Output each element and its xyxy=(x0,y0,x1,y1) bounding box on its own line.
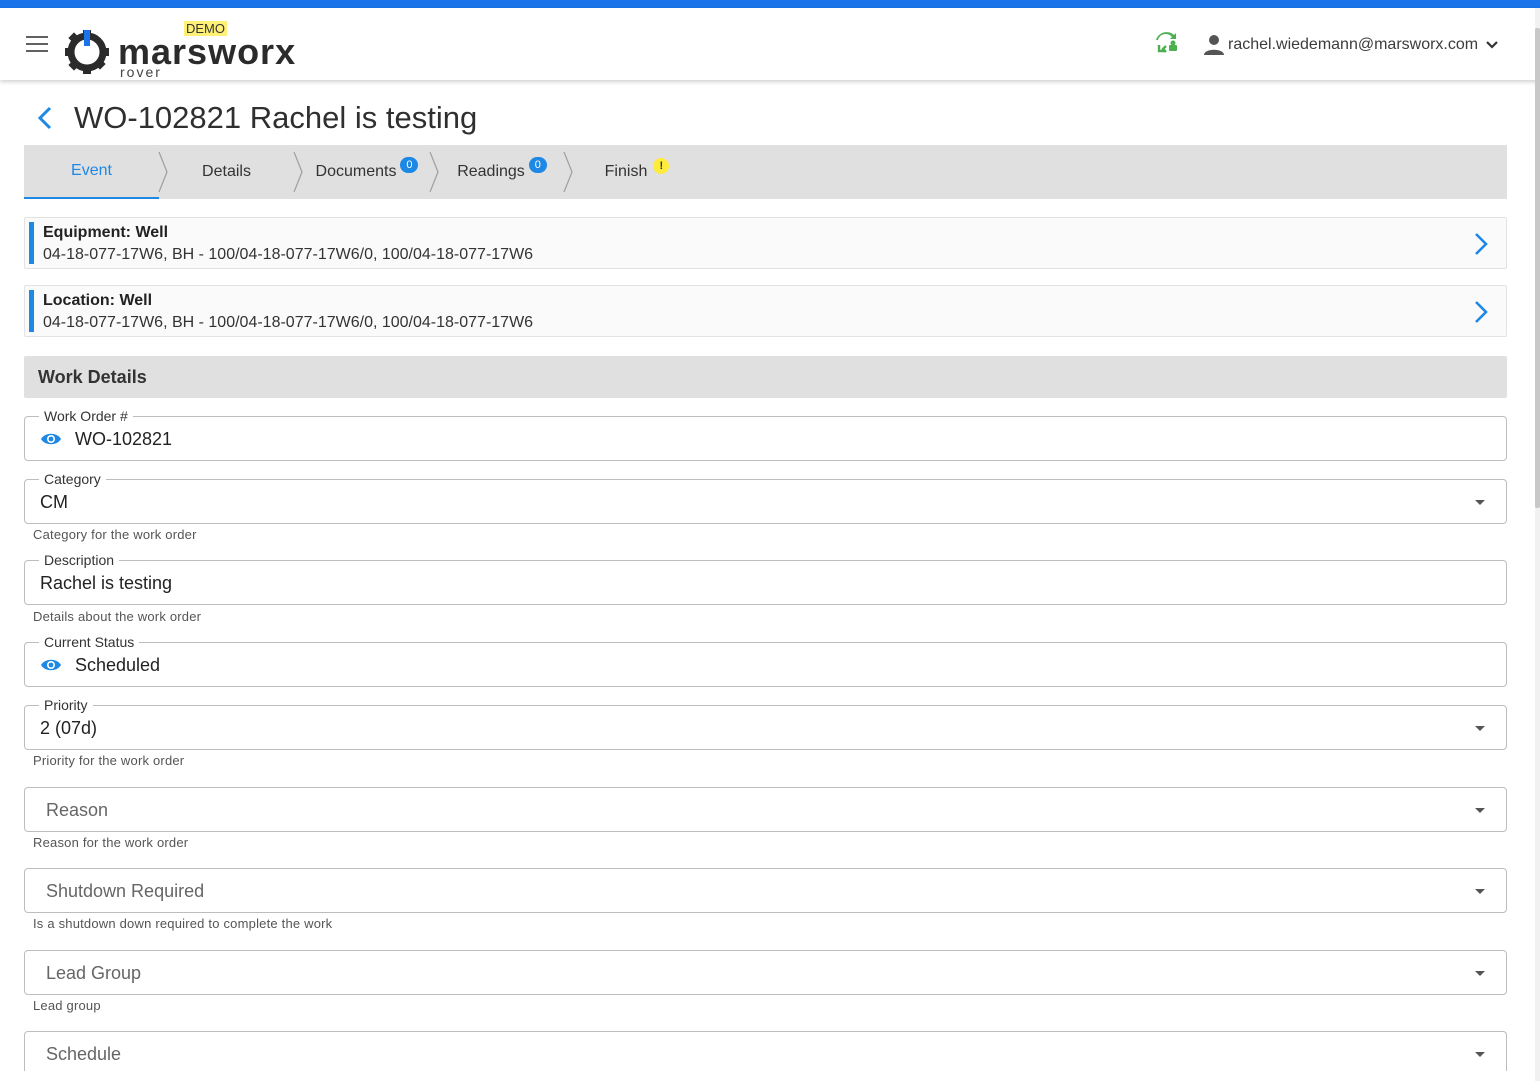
page-title: WO-102821 Rachel is testing xyxy=(74,100,478,135)
reason-select[interactable]: Reason xyxy=(24,787,1507,832)
tab-readings[interactable]: Readings 0 xyxy=(442,145,562,199)
step-separator xyxy=(563,151,573,193)
equipment-card[interactable]: Equipment: Well 04-18-077-17W6, BH - 100… xyxy=(24,217,1507,269)
reason-placeholder: Reason xyxy=(46,800,109,820)
equipment-value: 04-18-077-17W6, BH - 100/04-18-077-17W6/… xyxy=(43,246,534,263)
category-select[interactable]: Category CM xyxy=(24,471,1507,524)
tab-label: Details xyxy=(202,163,251,180)
card-accent xyxy=(29,290,34,332)
tab-label: Readings xyxy=(457,163,525,180)
page-scrollbar[interactable] xyxy=(1535,8,1540,1081)
schedule-select[interactable]: Schedule xyxy=(24,1031,1507,1071)
top-accent-bar xyxy=(0,0,1540,8)
documents-count-badge: 0 xyxy=(400,157,419,173)
user-email: rachel.wiedemann@marsworx.com xyxy=(1228,36,1479,53)
field-label: Priority xyxy=(39,697,93,713)
step-separator xyxy=(158,151,168,193)
category-hint: Category for the work order xyxy=(33,527,197,542)
user-icon xyxy=(1204,35,1224,55)
chevron-right-icon xyxy=(1475,233,1488,255)
gear-logo-icon xyxy=(65,30,109,74)
location-card[interactable]: Location: Well 04-18-077-17W6, BH - 100/… xyxy=(24,285,1507,337)
description-field[interactable]: Description Rachel is testing xyxy=(24,552,1507,605)
dropdown-caret-icon xyxy=(1475,808,1485,813)
shutdown-required-select[interactable]: Shutdown Required xyxy=(24,868,1507,913)
dropdown-caret-icon xyxy=(1475,500,1485,505)
eye-icon xyxy=(41,659,61,671)
location-value: 04-18-077-17W6, BH - 100/04-18-077-17W6/… xyxy=(43,314,534,331)
lead-group-placeholder: Lead Group xyxy=(46,963,142,983)
priority-hint: Priority for the work order xyxy=(33,753,185,768)
tab-label: Finish xyxy=(604,163,648,180)
sync-icon[interactable] xyxy=(1155,32,1179,56)
dropdown-caret-icon xyxy=(1475,971,1485,976)
tab-label: Documents xyxy=(315,163,397,180)
app-bar: DEMO marsworx rover rachel.wiedemann@mar… xyxy=(0,8,1540,80)
reason-hint: Reason for the work order xyxy=(33,835,189,850)
work-details-header: Work Details xyxy=(24,356,1507,398)
step-separator xyxy=(429,151,439,193)
work-order-value: WO-102821 xyxy=(75,429,173,449)
tab-finish[interactable]: Finish ! xyxy=(582,145,692,199)
tab-documents[interactable]: Documents 0 xyxy=(306,145,428,199)
workflow-stepper: Event Details Documents 0 Readings 0 Fin… xyxy=(24,145,1507,199)
dropdown-caret-icon xyxy=(1475,889,1485,894)
eye-icon xyxy=(41,433,61,445)
marsworx-logo[interactable]: DEMO marsworx rover xyxy=(64,20,344,80)
field-label: Category xyxy=(39,471,106,487)
current-status-value: Scheduled xyxy=(75,655,161,675)
field-label: Work Order # xyxy=(39,408,133,424)
section-title: Work Details xyxy=(38,367,147,387)
readings-count-badge: 0 xyxy=(528,157,547,173)
description-value: Rachel is testing xyxy=(40,573,173,593)
work-order-field[interactable]: Work Order # WO-102821 xyxy=(24,408,1507,461)
field-label: Current Status xyxy=(39,634,140,650)
step-separator xyxy=(293,151,303,193)
category-value: CM xyxy=(40,492,68,512)
field-label: Description xyxy=(39,552,120,568)
chevron-down-icon xyxy=(1486,41,1498,49)
location-heading: Location: Well xyxy=(43,292,153,309)
tab-label: Event xyxy=(71,162,112,179)
menu-icon[interactable] xyxy=(26,36,48,52)
shutdown-hint: Is a shutdown down required to complete … xyxy=(33,916,333,931)
shutdown-placeholder: Shutdown Required xyxy=(46,881,205,901)
tab-details[interactable]: Details xyxy=(170,145,283,199)
dropdown-caret-icon xyxy=(1475,1052,1485,1057)
schedule-placeholder: Schedule xyxy=(46,1044,122,1064)
card-accent xyxy=(29,222,34,264)
finish-warning-badge: ! xyxy=(653,158,670,174)
priority-value: 2 (07d) xyxy=(40,718,98,738)
back-arrow-icon[interactable] xyxy=(32,104,58,132)
lead-group-select[interactable]: Lead Group xyxy=(24,950,1507,995)
equipment-heading: Equipment: Well xyxy=(43,224,169,241)
current-status-field[interactable]: Current Status Scheduled xyxy=(24,634,1507,687)
brand-subtitle: rover xyxy=(120,64,162,80)
description-hint: Details about the work order xyxy=(33,609,202,624)
chevron-right-icon xyxy=(1475,301,1488,323)
lead-group-hint: Lead group xyxy=(33,998,101,1013)
tab-event[interactable]: Event xyxy=(24,145,159,199)
scrollbar-thumb[interactable] xyxy=(1535,28,1540,508)
dropdown-caret-icon xyxy=(1475,726,1485,731)
user-menu[interactable]: rachel.wiedemann@marsworx.com xyxy=(1204,32,1500,58)
priority-select[interactable]: Priority 2 (07d) xyxy=(24,697,1507,750)
